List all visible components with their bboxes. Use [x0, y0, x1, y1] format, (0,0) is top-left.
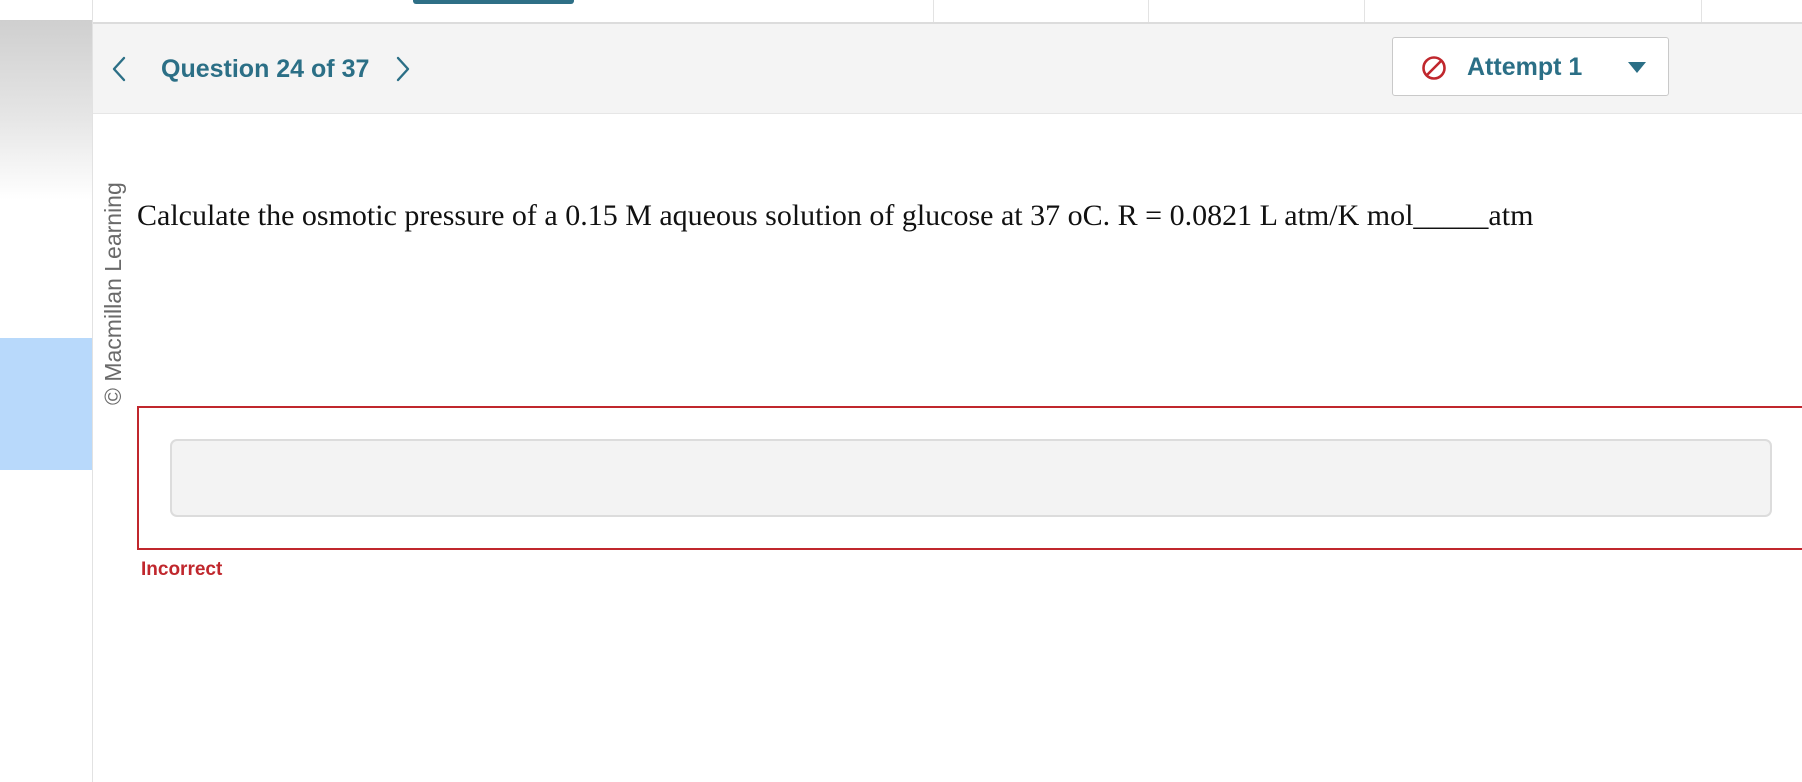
left-gutter [0, 0, 92, 782]
feedback-status: Incorrect [141, 559, 223, 580]
attempt-dropdown[interactable]: Attempt 1 [1392, 37, 1669, 96]
question-header: Question 24 of 37 Attempt 1 [93, 24, 1802, 114]
active-tab-indicator [413, 0, 574, 4]
gutter-divider [92, 0, 93, 782]
next-question-button[interactable] [391, 52, 415, 86]
question-prompt: Calculate the osmotic pressure of a 0.15… [137, 199, 1534, 232]
question-counter: Question 24 of 37 [161, 55, 370, 83]
gutter-fade [0, 20, 92, 200]
tab-separator [933, 0, 934, 22]
chevron-left-icon [112, 56, 126, 82]
previous-question-button[interactable] [107, 52, 131, 86]
chevron-right-icon [396, 56, 410, 82]
gutter-highlight [0, 338, 92, 470]
attempt-label: Attempt 1 [1467, 53, 1583, 81]
app-root: Question 24 of 37 Attempt 1 © Macmillan … [0, 0, 1802, 782]
tab-separator [1148, 0, 1149, 22]
answer-input[interactable] [170, 439, 1772, 517]
caret-down-icon [1628, 62, 1646, 73]
top-tab-strip [93, 0, 1802, 24]
tab-separator [1364, 0, 1365, 22]
copyright-text: © Macmillan Learning [100, 182, 126, 405]
tab-separator [1701, 0, 1702, 22]
no-entry-icon [1422, 56, 1446, 80]
